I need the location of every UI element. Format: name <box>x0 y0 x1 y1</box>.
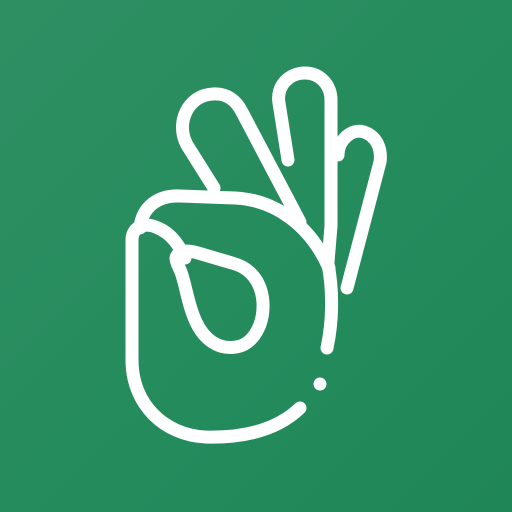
app-icon-background <box>0 0 512 512</box>
accent-dot <box>313 377 327 391</box>
thumb-tip-outline <box>169 244 270 354</box>
ring-finger-outline <box>331 124 387 295</box>
ok-hand-gesture-icon <box>125 66 387 444</box>
